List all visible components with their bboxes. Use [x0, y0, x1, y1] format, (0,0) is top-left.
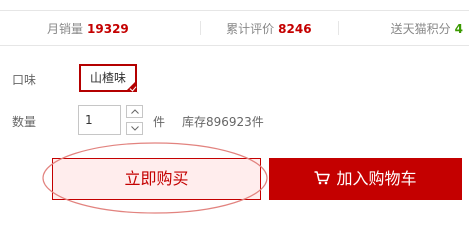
monthly-sales-value: 19329: [87, 21, 129, 36]
quantity-input[interactable]: [78, 105, 121, 135]
stock-text: 库存896923件: [182, 115, 264, 129]
stats-bar: 月销量 19329 累计评价 8246 送天猫积分 4: [0, 10, 469, 46]
tmall-points-label: 送天猫积分: [390, 21, 451, 36]
flavor-option-selected[interactable]: 山楂味: [79, 64, 137, 92]
add-to-cart-button[interactable]: 加入购物车: [269, 158, 462, 200]
quantity-unit: 件: [153, 115, 166, 129]
monthly-sales: 月销量 19329: [0, 20, 200, 37]
buy-now-button[interactable]: 立即购买: [52, 158, 261, 200]
buy-now-label: 立即购买: [124, 169, 189, 188]
tmall-points: 送天猫积分 4: [338, 20, 469, 37]
total-reviews-label: 累计评价: [226, 21, 275, 36]
chevron-down-icon: [131, 126, 139, 131]
flavor-option-label: 山楂味: [89, 71, 126, 85]
flavor-label: 口味: [12, 73, 37, 87]
quantity-label: 数量: [12, 115, 37, 129]
cart-icon: [314, 171, 331, 185]
total-reviews[interactable]: 累计评价 8246: [199, 20, 339, 37]
chevron-up-icon: [131, 109, 139, 114]
quantity-increase-button[interactable]: [126, 105, 143, 118]
tmall-points-value: 4: [454, 21, 463, 36]
total-reviews-value: 8246: [278, 21, 312, 36]
quantity-decrease-button[interactable]: [126, 122, 143, 135]
add-to-cart-label: 加入购物车: [336, 169, 417, 188]
monthly-sales-label: 月销量: [47, 21, 84, 36]
selected-check-icon: [125, 80, 137, 92]
